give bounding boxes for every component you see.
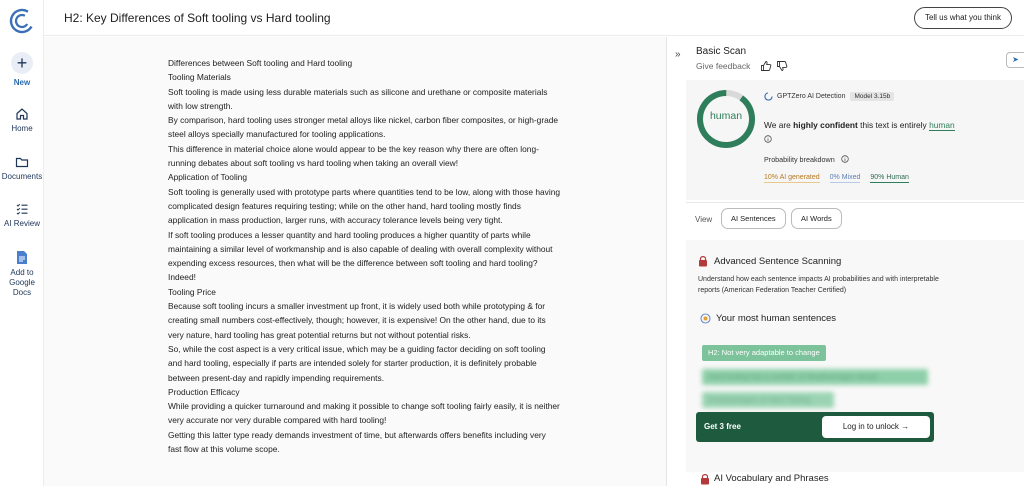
- sparkle-icon: [700, 313, 711, 324]
- model-badge: Model 3.15b: [850, 92, 895, 101]
- divider: [686, 202, 1024, 203]
- confidence-result: human: [929, 120, 955, 131]
- get-free-label[interactable]: Get 3 free: [704, 422, 741, 431]
- advanced-scanning-description: Understand how each sentence impacts AI …: [698, 276, 939, 294]
- give-feedback-label: Give feedback: [696, 61, 751, 71]
- confidence-middle: this text is entirely: [857, 120, 930, 130]
- probability-breakdown-row: 10% AI generated 0% Mixed 90% Human: [764, 174, 909, 183]
- ring-label: human: [709, 110, 743, 122]
- ai-words-button[interactable]: AI Words: [791, 208, 842, 229]
- sidebar-item-home[interactable]: Home: [0, 107, 44, 134]
- double-chevron-right-icon[interactable]: »: [675, 49, 681, 60]
- ai-sentences-button[interactable]: AI Sentences: [721, 208, 786, 229]
- sidebar-item-label: Documents: [1, 172, 43, 181]
- most-human-sentences-title: Your most human sentences: [716, 313, 837, 324]
- checklist-icon: [16, 203, 28, 215]
- home-icon: [16, 108, 28, 120]
- folder-icon: [15, 157, 29, 168]
- sidebar-item-ai-review[interactable]: AI Review: [0, 202, 44, 229]
- human-sentence-item-blurred: Hard tooling has a number of disadvantag…: [702, 369, 928, 385]
- unlock-bar: Get 3 free Log in to unlock →: [696, 412, 934, 442]
- confidence-statement: We are highly confident this text is ent…: [764, 120, 955, 131]
- confidence-prefix: We are: [764, 120, 794, 130]
- doc-paragraph: This difference in material choice alone…: [168, 143, 539, 169]
- google-docs-icon: [17, 251, 27, 264]
- ai-vocabulary-title: AI Vocabulary and Phrases: [714, 473, 829, 484]
- plus-icon: +: [11, 52, 33, 74]
- sidebar-item-label: Add to Google Docs: [9, 268, 35, 297]
- probability-title-text: Probability breakdown: [764, 155, 835, 164]
- document-area: Differences between Soft tooling and Har…: [44, 37, 667, 486]
- document-text[interactable]: Differences between Soft tooling and Har…: [168, 56, 560, 456]
- view-label: View: [695, 215, 713, 224]
- doc-subheading: Tooling Materials: [168, 72, 231, 83]
- detection-label: GPTZero AI Detection: [777, 93, 846, 100]
- human-sentence-item-blurred: Disadvantages of Hard Tooling: [702, 392, 834, 408]
- confidence-level: highly confident: [793, 120, 858, 130]
- doc-paragraph: While providing a quicker turnaround and…: [168, 401, 560, 426]
- doc-subheading: Tooling Price: [168, 286, 216, 297]
- prob-mixed: 0% Mixed: [829, 174, 861, 183]
- doc-paragraph: Soft tooling is generally used with prot…: [168, 186, 561, 226]
- info-icon[interactable]: [841, 155, 849, 163]
- scan-title: Basic Scan: [696, 46, 747, 57]
- scan-results-panel: » Basic Scan Give feedback ➤ human GPTZe…: [668, 37, 1024, 486]
- sidebar-item-label: New: [13, 78, 31, 87]
- detection-result-card: human GPTZero AI Detection Model 3.15b W…: [686, 80, 1024, 200]
- sidebar-item-documents[interactable]: Documents: [0, 155, 44, 182]
- doc-paragraph: Because soft tooling incurs a smaller in…: [168, 301, 546, 340]
- top-header: H2: Key Differences of Soft tooling vs H…: [44, 0, 1024, 36]
- tell-us-feedback-button[interactable]: Tell us what you think: [913, 7, 1012, 29]
- doc-paragraph: Soft tooling is made using less durable …: [168, 86, 548, 111]
- prob-ai-generated: 10% AI generated: [764, 174, 820, 183]
- doc-paragraph: Getting this latter type ready demands i…: [168, 429, 546, 455]
- sidebar-item-label: AI Review: [3, 219, 40, 228]
- sidebar-item-new[interactable]: + New: [0, 52, 44, 88]
- thumbs-up-icon[interactable]: [760, 60, 772, 72]
- share-icon[interactable]: ➤: [1006, 52, 1024, 68]
- doc-paragraph: By comparison, hard tooling uses stronge…: [168, 115, 559, 140]
- doc-subheading: Application of Tooling: [168, 172, 247, 183]
- sidebar-item-label: Home: [11, 124, 33, 133]
- gptzero-logo-icon[interactable]: [9, 8, 35, 34]
- advanced-sentence-scanning-section: Advanced Sentence Scanning Understand ho…: [686, 240, 1024, 472]
- thumbs-down-icon[interactable]: [776, 60, 788, 72]
- doc-heading: Differences between Soft tooling and Har…: [168, 58, 353, 68]
- login-to-unlock-button[interactable]: Log in to unlock →: [822, 416, 930, 438]
- left-sidebar: + New Home Documents AI Review Add to Go…: [0, 0, 44, 486]
- detection-source-row: GPTZero AI Detection Model 3.15b: [764, 92, 895, 101]
- lock-icon: [699, 256, 707, 267]
- sidebar-item-google-docs[interactable]: Add to Google Docs: [0, 250, 44, 298]
- doc-paragraph: If soft tooling produces a lesser quanti…: [168, 229, 553, 283]
- human-sentence-item[interactable]: H2: Not very adaptable to change: [702, 345, 826, 361]
- gptzero-small-logo-icon: [764, 92, 773, 101]
- probability-breakdown-title: Probability breakdown: [764, 155, 849, 164]
- advanced-scanning-title: Advanced Sentence Scanning: [714, 256, 842, 267]
- info-icon[interactable]: [764, 135, 772, 143]
- doc-paragraph: So, while the cost aspect is a very crit…: [168, 343, 546, 383]
- page-title: H2: Key Differences of Soft tooling vs H…: [64, 11, 331, 25]
- prob-human: 90% Human: [870, 174, 909, 183]
- lock-icon: [701, 474, 709, 485]
- doc-subheading: Production Efficacy: [168, 386, 240, 397]
